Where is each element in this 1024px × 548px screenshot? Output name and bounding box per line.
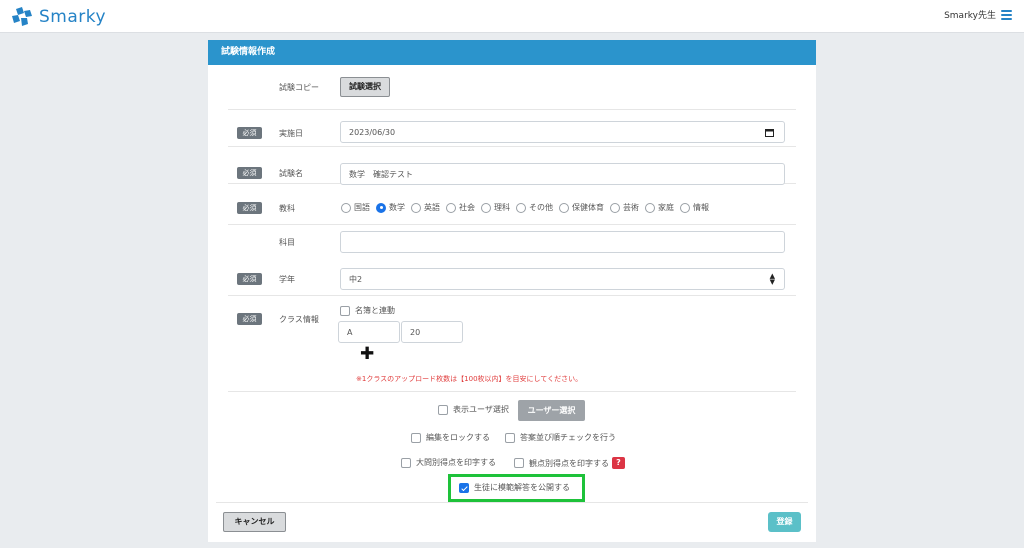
row-exam-name: 必須 試験名 数学 確認テスト [228,147,796,185]
exam-copy-label: 試験コピー [279,83,319,92]
subject-option-hoken[interactable]: 保健体育 [559,202,604,213]
grade-label: 学年 [279,275,295,284]
subject-option-kokugo[interactable]: 国語 [341,202,370,213]
exam-name-input[interactable]: 数学 確認テスト [340,163,785,185]
class-count-input[interactable]: 20 [401,321,463,343]
subject-option-sugaku[interactable]: 数学 [376,202,405,213]
app-name: Smarky [39,7,107,27]
required-badge: 必須 [237,167,262,179]
required-badge: 必須 [237,127,262,139]
required-badge: 必須 [237,202,262,214]
print-question-score-checkbox[interactable]: 大問別得点を印字する [401,457,496,468]
smarky-logo-icon [12,7,32,26]
subject-option-shakai[interactable]: 社会 [446,202,475,213]
cancel-button[interactable]: キャンセル [223,512,286,532]
subject-label: 教科 [279,204,295,213]
radio-icon[interactable] [516,202,526,213]
exam-name-value: 数学 確認テスト [349,169,413,179]
radio-icon[interactable] [446,202,456,213]
radio-icon[interactable] [341,202,351,213]
date-label: 実施日 [279,129,303,138]
hamburger-icon[interactable] [1001,9,1012,20]
course-label: 科目 [279,238,295,247]
row-class-info: 必須 クラス情報 名簿と連動 A 20 ✚ ※1クラスのアップロード枚数は【10… [228,296,796,392]
checkbox-icon[interactable] [514,458,524,468]
subject-option-other[interactable]: その他 [516,202,553,213]
class-info-label: クラス情報 [279,315,319,324]
roster-link-checkbox[interactable]: 名簿と連動 [340,305,395,316]
print-view-score-checkbox[interactable]: 観点別得点を印字する ? [514,457,625,469]
app-logo[interactable]: Smarky [10,6,106,28]
checkbox-icon[interactable] [505,432,515,443]
exam-form-panel: 試験情報作成 試験コピー 試験選択 必須 実施日 2023/06/30 必須 試… [208,40,816,542]
checkbox-checked-icon[interactable] [459,482,469,493]
radio-icon[interactable] [411,202,421,213]
publish-answer-checkbox[interactable]: 生徒に模範解答を公開する [459,482,570,493]
user-select-button[interactable]: ユーザー選択 [518,400,585,421]
radio-icon[interactable] [559,202,569,213]
lock-edit-checkbox[interactable]: 編集をロックする [411,432,490,443]
date-value: 2023/06/30 [349,127,396,137]
row-exam-copy: 試験コピー 試験選択 [228,65,796,110]
row-grade: 必須 学年 中2 ▲ ▼ [228,263,796,296]
radio-checked-icon[interactable] [376,202,386,213]
radio-icon[interactable] [481,202,491,213]
upload-note: ※1クラスのアップロード枚数は【100枚以内】を目安にしてください。 [356,375,583,383]
subject-option-eigo[interactable]: 英語 [411,202,440,213]
subject-option-katei[interactable]: 家庭 [645,202,674,213]
subject-option-rika[interactable]: 理科 [481,202,510,213]
checkbox-icon[interactable] [340,305,350,316]
checkbox-icon[interactable] [438,404,448,415]
course-input[interactable] [340,231,785,253]
subject-option-joho[interactable]: 情報 [680,202,709,213]
radio-icon[interactable] [610,202,620,213]
top-bar: Smarky Smarky先生 [0,0,1024,33]
radio-icon[interactable] [645,202,655,213]
footer-divider [216,502,808,503]
row-course: 科目 [228,225,796,263]
subject-option-geijutsu[interactable]: 芸術 [610,202,639,213]
user-menu[interactable]: Smarky先生 [944,8,1012,21]
select-arrows-icon: ▲ ▼ [769,272,775,286]
date-input[interactable]: 2023/06/30 [340,121,785,143]
submit-button[interactable]: 登録 [768,512,801,532]
add-class-plus-icon[interactable]: ✚ [360,346,374,363]
exam-name-label: 試験名 [279,169,303,178]
class-name-input[interactable]: A [338,321,400,343]
required-badge: 必須 [237,313,262,325]
subject-radio-group: 国語 数学 英語 社会 理科 その他 保健体育 芸術 家庭 情報 [341,202,715,213]
checkbox-icon[interactable] [401,457,411,468]
row-subject: 必須 教科 国語 数学 英語 社会 理科 その他 保健体育 芸術 家庭 情報 [228,192,796,225]
help-icon[interactable]: ? [612,457,625,469]
user-name: Smarky先生 [944,11,996,21]
radio-icon[interactable] [680,202,690,213]
grade-value: 中2 [349,274,363,284]
grade-select[interactable]: 中2 ▲ ▼ [340,268,785,290]
calendar-icon[interactable] [765,128,774,137]
exam-select-button[interactable]: 試験選択 [340,77,390,97]
show-user-select-checkbox[interactable]: 表示ユーザ選択 [438,404,509,415]
answer-order-check-checkbox[interactable]: 答案並び順チェックを行う [505,432,616,443]
checkbox-icon[interactable] [411,432,421,443]
required-badge: 必須 [237,273,262,285]
panel-title: 試験情報作成 [208,40,816,65]
row-date: 必須 実施日 2023/06/30 [228,110,796,147]
